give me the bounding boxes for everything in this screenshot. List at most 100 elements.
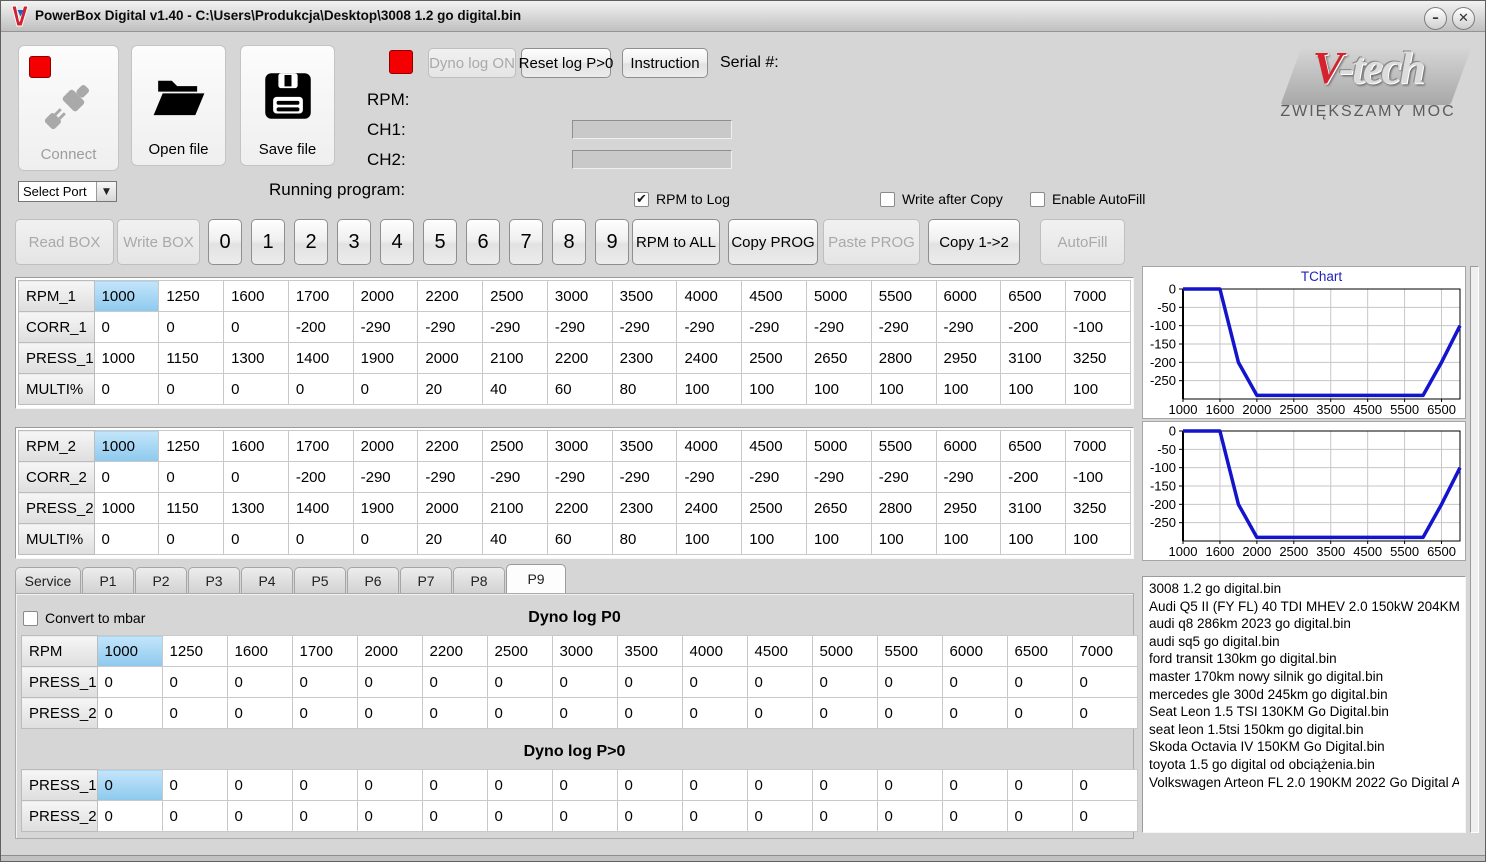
table-cell[interactable]: 0: [551, 697, 618, 729]
digit-button-6[interactable]: 6: [466, 219, 500, 265]
table-cell[interactable]: 0: [356, 697, 423, 729]
table-cell[interactable]: -200: [1000, 461, 1067, 493]
table-cell[interactable]: 0: [746, 769, 813, 801]
table-cell[interactable]: 2200: [546, 342, 613, 374]
table-cell[interactable]: -290: [417, 461, 484, 493]
digit-button-7[interactable]: 7: [509, 219, 543, 265]
table-cell[interactable]: -200: [1000, 311, 1067, 343]
table-cell[interactable]: 100: [805, 373, 872, 405]
table-cell[interactable]: 0: [876, 800, 943, 832]
table-cell[interactable]: 60: [546, 523, 613, 555]
tab-p8[interactable]: P8: [453, 567, 505, 593]
table-cell[interactable]: 0: [158, 311, 225, 343]
table-cell[interactable]: 0: [551, 666, 618, 698]
table-cell[interactable]: 0: [1006, 769, 1073, 801]
file-list-item[interactable]: Skoda Octavia IV 150KM Go Digital.bin: [1149, 738, 1459, 756]
tab-p4[interactable]: P4: [241, 567, 293, 593]
digit-button-4[interactable]: 4: [380, 219, 414, 265]
table-cell[interactable]: 0: [287, 373, 354, 405]
table-cell[interactable]: 2300: [611, 342, 678, 374]
table-cell[interactable]: 2000: [352, 430, 419, 462]
table-cell[interactable]: 0: [291, 666, 358, 698]
table-cell[interactable]: 1400: [287, 342, 354, 374]
save-file-button[interactable]: Save file: [240, 45, 335, 166]
table-cell[interactable]: 100: [870, 523, 937, 555]
table-cell[interactable]: 0: [223, 373, 289, 405]
table-cell[interactable]: 0: [226, 769, 293, 801]
file-list-item[interactable]: Audi Q5 II (FY FL) 40 TDI MHEV 2.0 150kW…: [1149, 598, 1459, 616]
table-cell[interactable]: 1300: [223, 492, 289, 524]
table-cell[interactable]: 0: [746, 697, 813, 729]
table-cell[interactable]: 6000: [935, 280, 1002, 312]
table-cell[interactable]: 7000: [1065, 280, 1131, 312]
table-cell[interactable]: 6000: [935, 430, 1002, 462]
file-list-item[interactable]: seat leon 1.5tsi 150km go digital.bin: [1149, 721, 1459, 739]
table-cell[interactable]: 0: [1006, 697, 1073, 729]
table-cell[interactable]: 6500: [1000, 430, 1067, 462]
autofill-button[interactable]: AutoFill: [1040, 219, 1125, 265]
table-cell[interactable]: 0: [161, 769, 228, 801]
table-cell[interactable]: 80: [611, 373, 678, 405]
digit-button-2[interactable]: 2: [294, 219, 328, 265]
table-cell[interactable]: 0: [746, 666, 813, 698]
table-cell[interactable]: 2950: [935, 342, 1002, 374]
table-cell[interactable]: 0: [96, 800, 163, 832]
table-cell[interactable]: 1900: [352, 492, 419, 524]
table-cell[interactable]: 5500: [876, 635, 943, 667]
table-cell[interactable]: 80: [611, 523, 678, 555]
table-cell[interactable]: 20: [417, 373, 484, 405]
table-cell[interactable]: 2500: [741, 492, 807, 524]
table-cell[interactable]: 3250: [1065, 492, 1131, 524]
table-cell[interactable]: 5000: [805, 280, 872, 312]
table-cell[interactable]: 0: [681, 666, 748, 698]
table-cell[interactable]: 3500: [616, 635, 683, 667]
table-cell[interactable]: 0: [941, 666, 1008, 698]
table-cell[interactable]: 3000: [546, 430, 613, 462]
table-cell[interactable]: 0: [1071, 666, 1138, 698]
table-cell[interactable]: 3000: [551, 635, 618, 667]
table-cell[interactable]: 0: [421, 697, 488, 729]
tab-p1[interactable]: P1: [82, 567, 134, 593]
table-cell[interactable]: 1000: [93, 342, 160, 374]
table-cell[interactable]: 2100: [482, 492, 548, 524]
table-cell[interactable]: 3100: [1000, 492, 1067, 524]
table-cell[interactable]: 3500: [611, 430, 678, 462]
table-cell[interactable]: 100: [1065, 523, 1131, 555]
table-cell[interactable]: 0: [681, 769, 748, 801]
table-cell[interactable]: 0: [223, 311, 289, 343]
table-cell[interactable]: 2100: [482, 342, 548, 374]
table-cell[interactable]: 2200: [421, 635, 488, 667]
table-cell[interactable]: 0: [226, 800, 293, 832]
table-cell[interactable]: -290: [546, 461, 613, 493]
tab-p5[interactable]: P5: [294, 567, 346, 593]
file-list-item[interactable]: Seat Leon 1.5 TSI 130KM Go Digital.bin: [1149, 703, 1459, 721]
table-cell[interactable]: 40: [482, 373, 548, 405]
table-cell[interactable]: 0: [291, 697, 358, 729]
table-cell[interactable]: 0: [93, 373, 160, 405]
table-cell[interactable]: 0: [356, 800, 423, 832]
digit-button-3[interactable]: 3: [337, 219, 371, 265]
table-cell[interactable]: 100: [935, 373, 1002, 405]
table-cell[interactable]: 1250: [161, 635, 228, 667]
table-cell[interactable]: 2650: [805, 342, 872, 374]
table-cell[interactable]: 0: [96, 769, 163, 801]
rpm-to-log-checkbox[interactable]: ✔ RPM to Log: [634, 191, 730, 207]
table-cell[interactable]: 6500: [1000, 280, 1067, 312]
table-cell[interactable]: 2300: [611, 492, 678, 524]
table-cell[interactable]: 20: [417, 523, 484, 555]
table-cell[interactable]: 0: [226, 666, 293, 698]
table-cell[interactable]: 2000: [352, 280, 419, 312]
table-cell[interactable]: 0: [158, 461, 225, 493]
table-cell[interactable]: 100: [805, 523, 872, 555]
table-cell[interactable]: 2200: [546, 492, 613, 524]
table-cell[interactable]: 0: [811, 666, 878, 698]
table-cell[interactable]: 0: [681, 697, 748, 729]
table-cell[interactable]: 100: [741, 373, 807, 405]
instruction-button[interactable]: Instruction: [622, 48, 708, 78]
table-cell[interactable]: 0: [486, 800, 553, 832]
table-cell[interactable]: -290: [417, 311, 484, 343]
table-cell[interactable]: 1900: [352, 342, 419, 374]
digit-button-1[interactable]: 1: [251, 219, 285, 265]
reset-log-button[interactable]: Reset log P>0: [519, 48, 613, 78]
table-cell[interactable]: 1000: [93, 280, 160, 312]
